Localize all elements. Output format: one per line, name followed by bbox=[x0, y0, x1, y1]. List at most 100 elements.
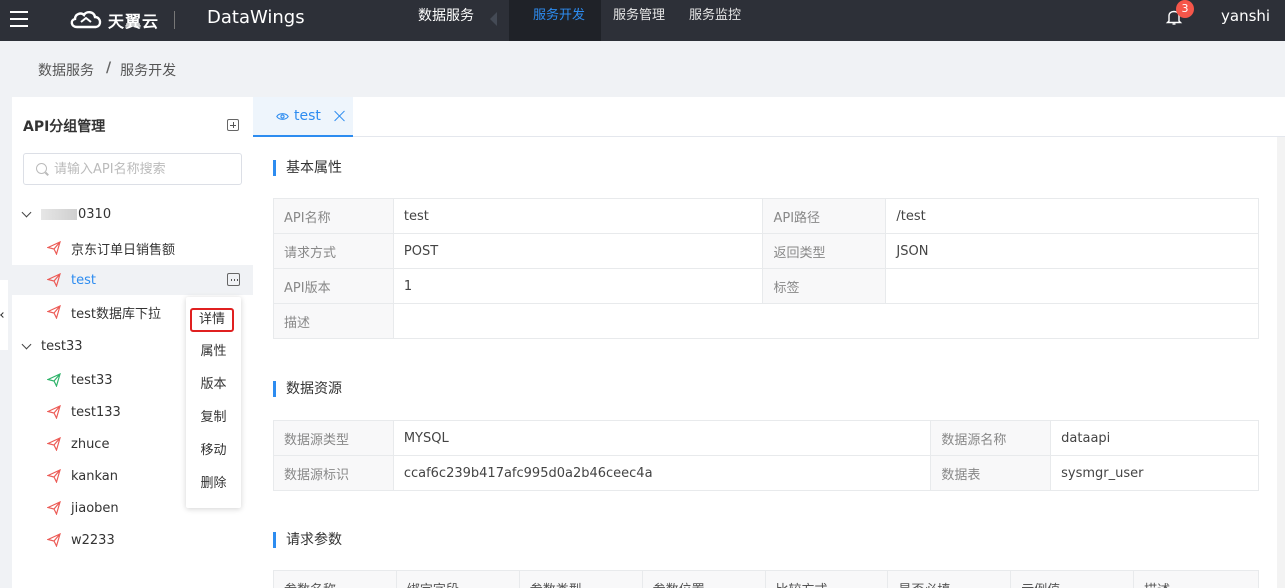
send-icon bbox=[47, 241, 61, 255]
api-item-label: test数据库下拉 bbox=[71, 306, 161, 322]
api-item-label: w2233 bbox=[71, 532, 115, 548]
send-icon bbox=[47, 273, 61, 287]
cell-label: 数据源名称 bbox=[930, 420, 1052, 456]
logo-divider bbox=[174, 11, 175, 29]
top-navigation-bar: 天翼云 DataWings 数据服务 服务开发 服务管理 服务监控 3 yans… bbox=[0, 0, 1285, 41]
eye-icon bbox=[276, 112, 289, 120]
menu-item-move[interactable]: 移动 bbox=[186, 439, 241, 463]
user-menu[interactable]: yanshi bbox=[1221, 6, 1270, 26]
cell-value: ccaf6c239b417afc995d0a2b46ceec4a bbox=[392, 455, 932, 491]
cell-value: test bbox=[392, 198, 764, 234]
cell-value: POST bbox=[392, 233, 764, 269]
cell-value: MYSQL bbox=[392, 420, 932, 456]
api-item-label: 京东订单日销售额 bbox=[71, 242, 176, 258]
menu-item-properties[interactable]: 属性 bbox=[186, 340, 241, 364]
breadcrumb: 数据服务 / 服务开发 bbox=[38, 60, 176, 80]
cell-label: 请求方式 bbox=[273, 233, 394, 269]
cloud-logo-icon bbox=[70, 11, 102, 29]
send-icon bbox=[47, 405, 61, 419]
list-item[interactable]: 京东订单日销售额 bbox=[12, 233, 253, 263]
api-search-box bbox=[23, 153, 242, 185]
api-item-label: test bbox=[71, 272, 96, 288]
vertical-scrollbar[interactable] bbox=[1277, 137, 1285, 588]
send-icon bbox=[47, 501, 61, 515]
tab-label: test bbox=[294, 108, 321, 124]
column-header: 比较方式 bbox=[764, 570, 889, 588]
send-icon bbox=[47, 305, 61, 319]
cell-label: 数据表 bbox=[930, 455, 1052, 491]
column-header: 参数类型 bbox=[518, 570, 643, 588]
cell-label: 数据源标识 bbox=[273, 455, 394, 491]
section-title-basic: 基本属性 bbox=[273, 160, 342, 176]
cell-value: sysmgr_user bbox=[1050, 455, 1259, 491]
tab-service-development[interactable]: 服务开发 bbox=[509, 0, 602, 41]
tree-group-0310[interactable]: 0310 bbox=[22, 204, 111, 224]
column-header: 是否必填 bbox=[887, 570, 1012, 588]
tree-group-test33[interactable]: test33 bbox=[22, 336, 83, 356]
redacted-group-name bbox=[41, 208, 77, 220]
table-row: API名称 test API路径 /test bbox=[273, 198, 1259, 234]
cell-value bbox=[392, 303, 1260, 339]
send-icon bbox=[47, 437, 61, 451]
more-icon[interactable] bbox=[227, 273, 240, 286]
breadcrumb-root[interactable]: 数据服务 bbox=[38, 60, 94, 80]
menu-item-version[interactable]: 版本 bbox=[186, 373, 241, 397]
api-item-label: kankan bbox=[71, 468, 119, 484]
breadcrumb-separator: / bbox=[106, 60, 112, 76]
cell-value: JSON bbox=[885, 233, 1259, 269]
list-item[interactable]: w2233 bbox=[12, 525, 253, 555]
group-name: test33 bbox=[41, 338, 83, 354]
table-row: 数据源标识 ccaf6c239b417afc995d0a2b46ceec4a 数… bbox=[273, 455, 1259, 491]
logo[interactable]: 天翼云 bbox=[68, 6, 159, 34]
breadcrumb-current: 服务开发 bbox=[120, 63, 177, 79]
search-icon bbox=[36, 163, 47, 174]
section-title-datasource: 数据资源 bbox=[273, 381, 342, 397]
nav-data-service[interactable]: 数据服务 bbox=[418, 0, 474, 41]
menu-icon[interactable] bbox=[10, 11, 28, 27]
basic-properties-table: API名称 test API路径 /test 请求方式 POST 返回类型 JS… bbox=[273, 198, 1260, 339]
notification-badge: 3 bbox=[1176, 0, 1194, 18]
tab-service-monitoring[interactable]: 服务监控 bbox=[677, 0, 753, 41]
product-name: DataWings bbox=[207, 7, 305, 28]
close-icon[interactable] bbox=[334, 110, 346, 122]
chevron-down-icon[interactable] bbox=[22, 209, 32, 219]
nav-tabs: 服务开发 服务管理 服务监控 bbox=[509, 0, 753, 41]
add-group-icon[interactable] bbox=[227, 119, 239, 131]
context-menu: 详情 属性 版本 复制 移动 删除 bbox=[186, 297, 241, 508]
table-row: API版本 1 标签 bbox=[273, 268, 1259, 304]
collapse-handle[interactable] bbox=[0, 280, 8, 350]
table-row: 数据源类型 MYSQL 数据源名称 dataapi bbox=[273, 420, 1259, 456]
cell-label: API名称 bbox=[273, 198, 394, 234]
chevron-down-icon[interactable] bbox=[22, 341, 32, 351]
table-header-row: 参数名称 绑定字段 参数类型 参数位置 比较方式 是否必填 示例值 描述 bbox=[273, 570, 1259, 588]
datasource-table: 数据源类型 MYSQL 数据源名称 dataapi 数据源标识 ccaf6c23… bbox=[273, 420, 1259, 491]
tab-service-management[interactable]: 服务管理 bbox=[601, 0, 677, 41]
cell-label: 数据源类型 bbox=[273, 420, 394, 456]
request-params-table: 参数名称 绑定字段 参数类型 参数位置 比较方式 是否必填 示例值 描述 bbox=[273, 570, 1259, 588]
column-header: 描述 bbox=[1133, 570, 1259, 588]
menu-item-delete[interactable]: 删除 bbox=[186, 472, 241, 496]
menu-item-details[interactable]: 详情 bbox=[190, 308, 234, 332]
cell-value: /test bbox=[885, 198, 1259, 234]
api-search-input[interactable] bbox=[54, 160, 234, 178]
main-content: test 基本属性 API名称 test API路径 /test 请求方式 PO… bbox=[253, 97, 1285, 588]
nav-arrow-icon bbox=[490, 12, 497, 26]
list-item-selected[interactable]: test bbox=[12, 265, 253, 295]
api-item-label: test33 bbox=[71, 372, 113, 388]
send-icon bbox=[47, 373, 61, 387]
section-title-request-params: 请求参数 bbox=[273, 532, 342, 548]
menu-item-copy[interactable]: 复制 bbox=[186, 406, 241, 430]
cell-label: 返回类型 bbox=[762, 233, 887, 269]
api-item-label: jiaoben bbox=[71, 500, 119, 516]
cell-label: API路径 bbox=[762, 198, 887, 234]
cell-value: 1 bbox=[392, 268, 764, 304]
send-icon bbox=[47, 533, 61, 547]
cell-label: 描述 bbox=[273, 303, 394, 339]
column-header: 参数位置 bbox=[641, 570, 766, 588]
cell-value bbox=[885, 268, 1259, 304]
cell-label: API版本 bbox=[273, 268, 394, 304]
logo-text: 天翼云 bbox=[108, 12, 160, 31]
tab-test[interactable]: test bbox=[253, 97, 353, 137]
send-icon bbox=[47, 469, 61, 483]
column-header: 示例值 bbox=[1010, 570, 1135, 588]
